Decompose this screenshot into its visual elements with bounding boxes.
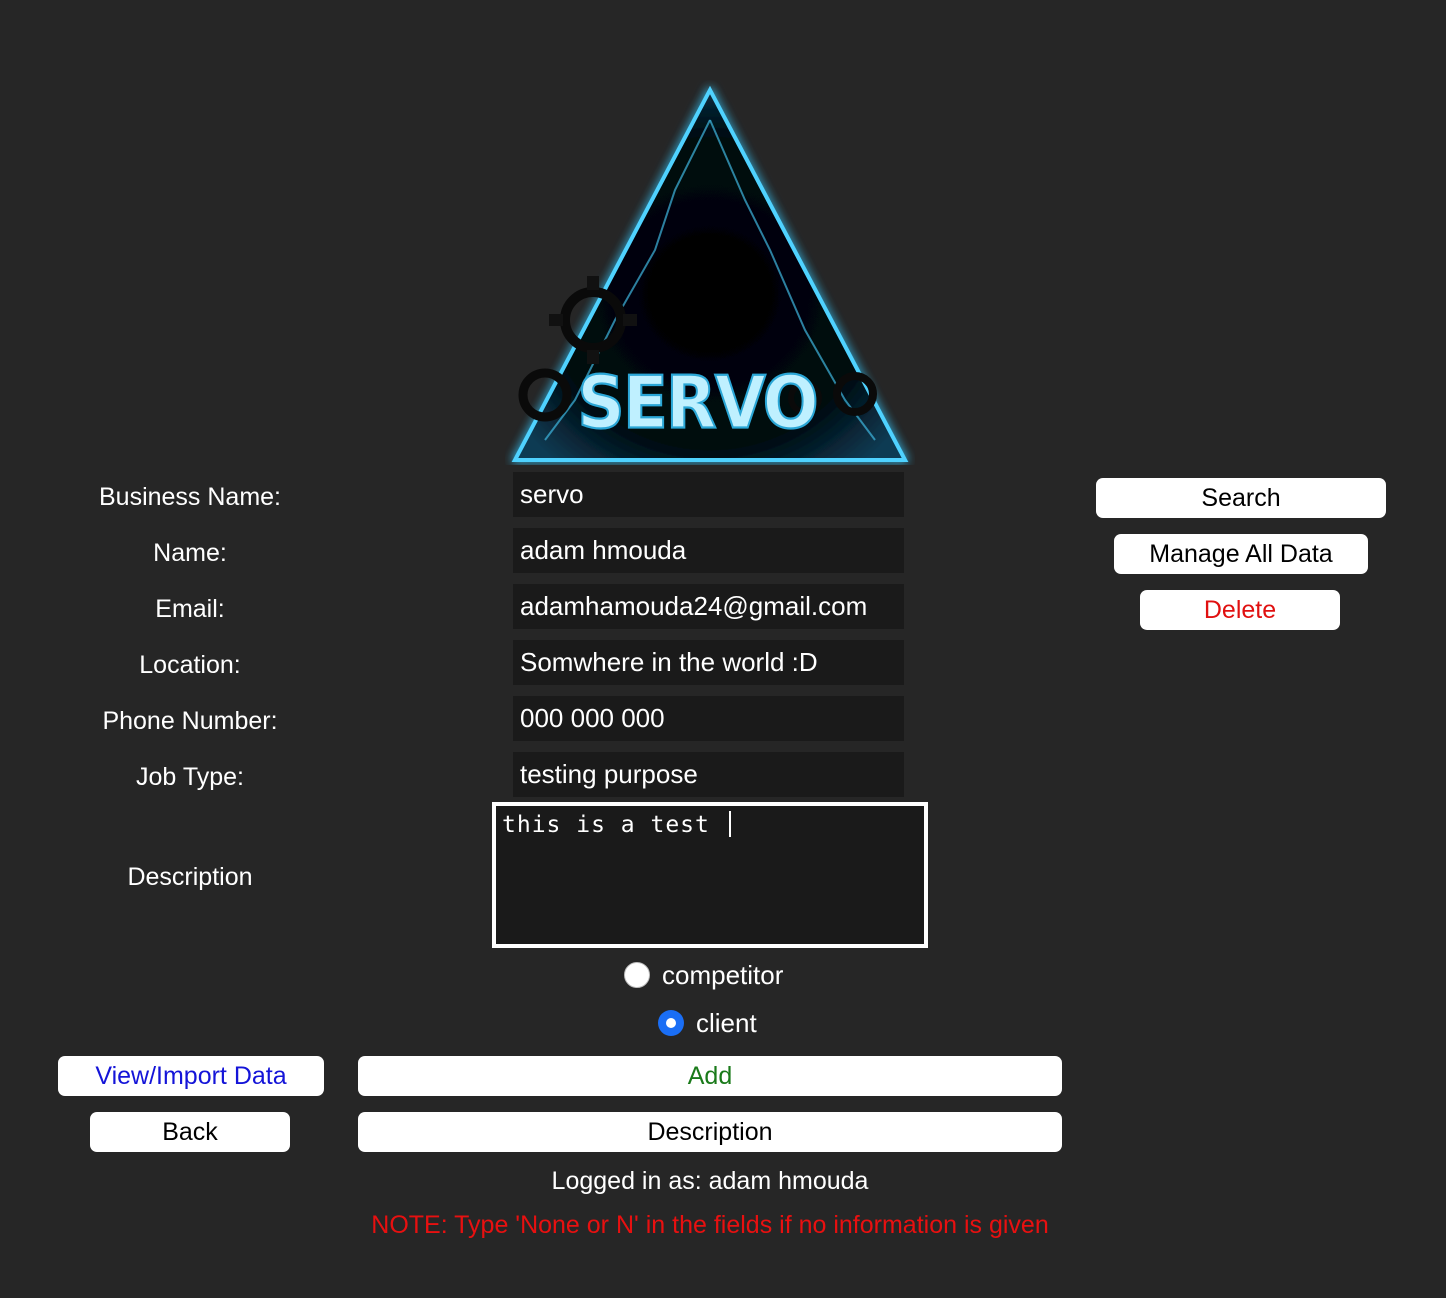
name-field[interactable]: adam hmouda bbox=[513, 528, 904, 573]
servo-logo-graphic: SERVO bbox=[511, 85, 909, 462]
view-import-data-button[interactable]: View/Import Data bbox=[58, 1056, 324, 1096]
servo-logo: SERVO bbox=[505, 80, 915, 465]
logo-wordmark: SERVO bbox=[577, 362, 816, 446]
radio-button-selected[interactable] bbox=[658, 1010, 684, 1036]
back-button[interactable]: Back bbox=[90, 1112, 290, 1152]
note-text: NOTE: Type 'None or N' in the fields if … bbox=[371, 1211, 1049, 1239]
description-textarea[interactable]: this is a test bbox=[492, 802, 928, 948]
add-button[interactable]: Add bbox=[358, 1056, 1062, 1096]
radio-client[interactable]: client bbox=[658, 1008, 757, 1038]
text-cursor bbox=[728, 811, 731, 837]
location-label: Location: bbox=[139, 651, 241, 679]
business-name-label: Business Name: bbox=[98, 483, 282, 511]
radio-competitor[interactable]: competitor bbox=[624, 960, 783, 990]
radio-client-label: client bbox=[696, 1007, 757, 1038]
email-label: Email: bbox=[155, 595, 225, 623]
radio-competitor-label: competitor bbox=[662, 959, 784, 990]
email-field[interactable]: adamhamouda24@gmail.com bbox=[513, 584, 904, 629]
search-button[interactable]: Search bbox=[1096, 478, 1386, 518]
description-text: this is a test bbox=[502, 812, 725, 838]
name-label: Name: bbox=[153, 539, 227, 567]
business-name-field[interactable]: servo bbox=[513, 472, 904, 517]
phone-label: Phone Number: bbox=[102, 707, 278, 735]
job-type-field[interactable]: testing purpose bbox=[513, 752, 904, 797]
phone-field[interactable]: 000 000 000 bbox=[513, 696, 904, 741]
radio-button-unselected[interactable] bbox=[624, 962, 650, 988]
location-field[interactable]: Somwhere in the world :D bbox=[513, 640, 904, 685]
job-type-label: Job Type: bbox=[136, 763, 244, 791]
description-label: Description bbox=[127, 863, 253, 891]
logged-in-status: Logged in as: adam hmouda bbox=[551, 1167, 869, 1195]
description-button[interactable]: Description bbox=[358, 1112, 1062, 1152]
delete-button[interactable]: Delete bbox=[1140, 590, 1340, 630]
manage-all-data-button[interactable]: Manage All Data bbox=[1114, 534, 1368, 574]
